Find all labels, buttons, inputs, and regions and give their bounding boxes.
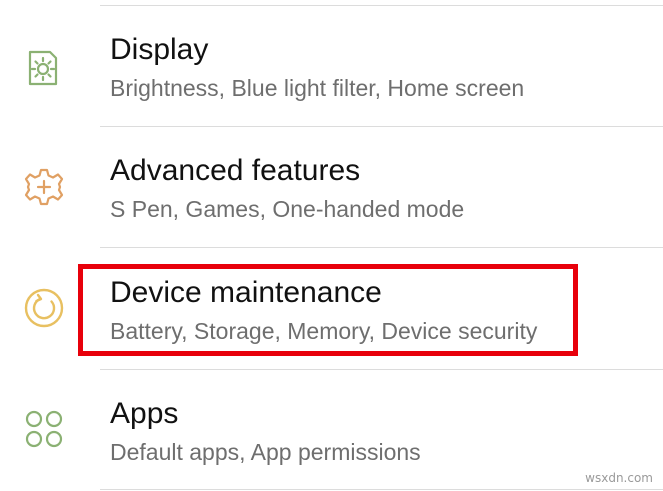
settings-item-title: Display xyxy=(110,33,209,66)
settings-item-subtitle: S Pen, Games, One-handed mode xyxy=(110,196,465,222)
apps-grid-icon xyxy=(22,407,66,451)
settings-item-title: Advanced features xyxy=(110,154,361,187)
highlight-box xyxy=(78,264,578,356)
settings-item-subtitle: Brightness, Blue light filter, Home scre… xyxy=(110,75,525,101)
settings-item-title: Apps xyxy=(110,397,179,430)
settings-item-apps[interactable]: Apps Default apps, App permissions xyxy=(0,370,663,490)
settings-item-subtitle: Default apps, App permissions xyxy=(110,439,421,465)
device-maintenance-icon xyxy=(22,286,66,330)
settings-item-advanced-features[interactable]: Advanced features S Pen, Games, One-hand… xyxy=(0,127,663,247)
display-icon xyxy=(22,46,66,90)
advanced-features-gear-icon xyxy=(22,165,66,209)
watermark: wsxdn.com xyxy=(585,471,653,485)
settings-item-display[interactable]: Display Brightness, Blue light filter, H… xyxy=(0,6,663,126)
